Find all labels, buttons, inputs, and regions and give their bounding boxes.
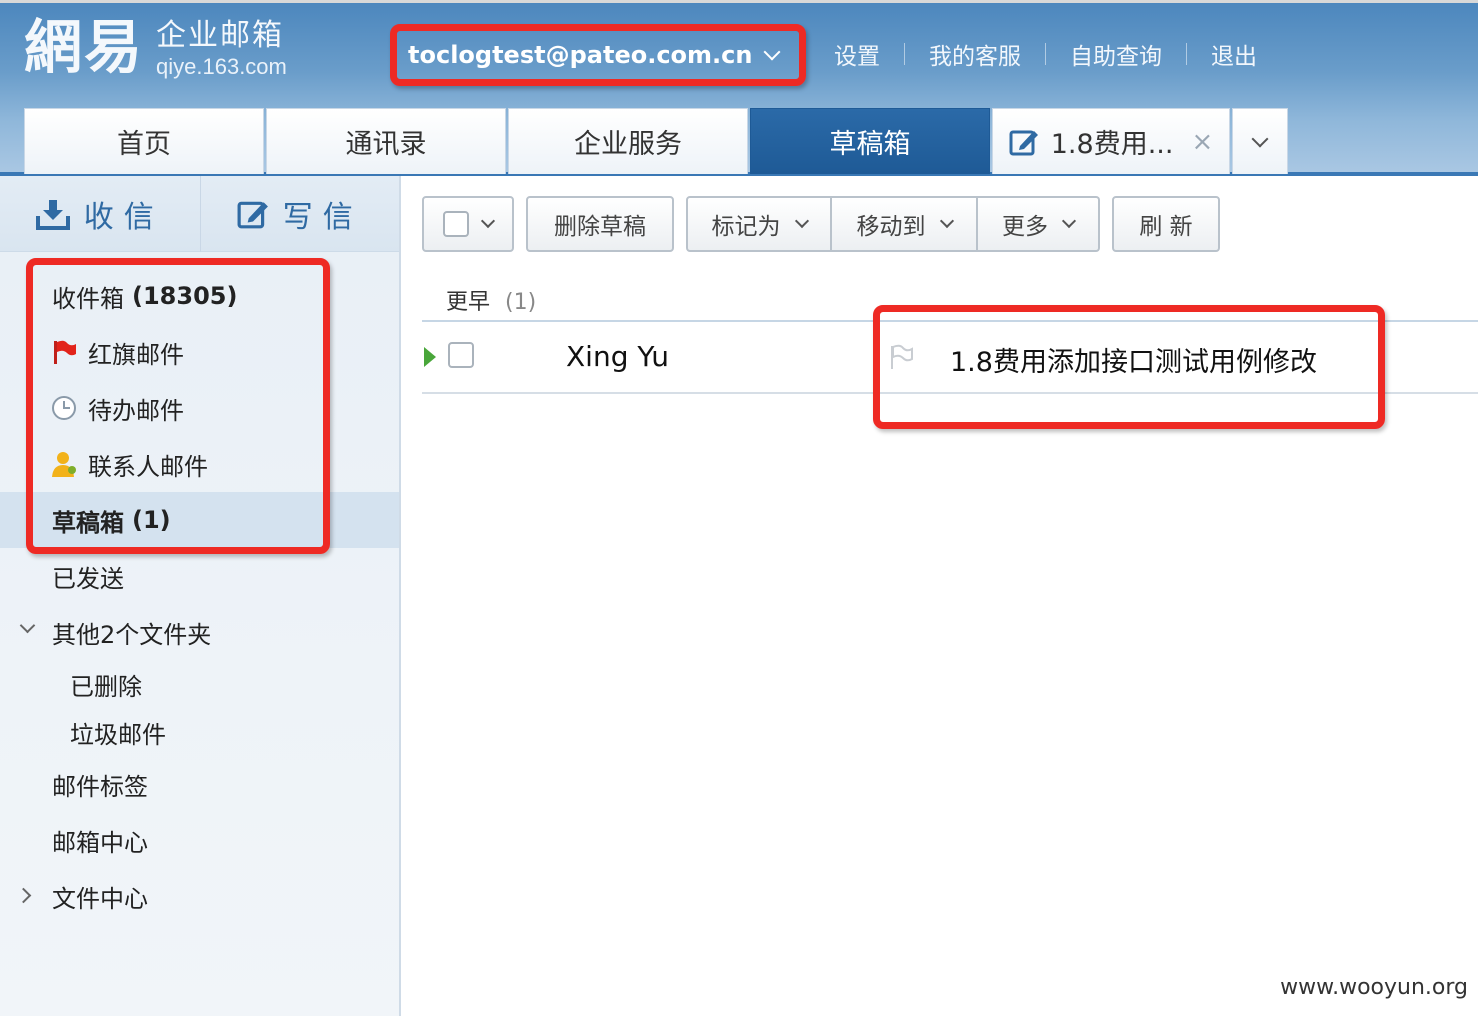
folder-label: 文件中心 [52,884,148,913]
tab-label: 通讯录 [345,129,427,160]
folder-label: 邮箱中心 [52,828,148,857]
more-button[interactable]: 更多 [978,196,1100,252]
sidebar: 收信 写信 收件箱 (18305) 红旗邮件 待办邮件 联系人邮件 草稿箱 (1… [0,176,401,1016]
logo[interactable]: 網易 企业邮箱 qiye.163.com [24,14,287,80]
action-button-group: 标记为 移动到 更多 [686,196,1100,252]
mail-row[interactable]: Xing Yu 1.8费用添加接口测试用例修改 [422,322,1478,394]
folder-drafts[interactable]: 草稿箱 (1) [0,492,399,548]
folder-contacts-mail[interactable]: 联系人邮件 [0,436,399,492]
folder-label: 联系人邮件 [88,452,208,481]
date-group-label: 更早 (1) [446,284,536,316]
compose-icon [1009,127,1039,157]
divider [1045,43,1046,65]
folder-file-center[interactable]: 文件中心 [0,868,399,924]
folder-label: 垃圾邮件 [70,720,166,749]
account-email: toclogtest@pateo.com.cn [408,41,753,69]
row-checkbox[interactable] [448,342,474,368]
folder-label: 其他2个文件夹 [52,620,212,649]
expand-arrow-icon[interactable] [424,347,436,367]
chevron-right-icon[interactable] [15,887,32,904]
tab-drafts[interactable]: 草稿箱 [750,108,990,174]
folder-mail-tags[interactable]: 邮件标签 [0,756,399,812]
folder-label: 收件箱 [52,284,124,313]
receive-mail-button[interactable]: 收信 [0,176,200,252]
quick-actions: 收信 写信 [0,176,399,252]
button-label: 更多 [1002,214,1048,240]
chevron-down-icon [939,213,954,229]
tab-compose-draft[interactable]: 1.8费用... × [992,108,1230,174]
button-label: 刷 新 [1139,214,1193,240]
write-label: 写信 [282,200,363,235]
folder-sent[interactable]: 已发送 [0,548,399,604]
mark-as-button[interactable]: 标记为 [686,196,832,252]
compose-icon [237,198,269,230]
chevron-down-icon [1061,213,1077,229]
watermark: www.wooyun.org [1280,975,1468,1000]
folder-label: 已发送 [52,564,124,593]
button-label: 标记为 [711,214,781,240]
folder-label: 待办邮件 [88,396,184,425]
contact-person-icon [50,450,78,478]
red-flag-icon [50,338,78,366]
self-help-link[interactable]: 自助查询 [1070,37,1162,71]
chevron-down-icon [763,43,781,61]
folder-inbox[interactable]: 收件箱 (18305) [0,268,399,324]
divider [904,43,905,65]
move-to-button[interactable]: 移动到 [832,196,978,252]
tab-overflow-button[interactable] [1232,108,1288,174]
mail-sender: Xing Yu [566,340,670,373]
folder-other-group[interactable]: 其他2个文件夹 [0,604,399,660]
chevron-down-icon [480,213,496,229]
folder-label: 已删除 [70,672,142,701]
write-mail-button[interactable]: 写信 [199,176,400,252]
logo-side: 企业邮箱 qiye.163.com [156,18,287,80]
logo-main-text: 網易 [24,13,145,81]
tab-bar: 首页 通讯录 企业服务 草稿箱 1.8费用... × [24,108,1290,174]
close-icon[interactable]: × [1191,127,1213,157]
tab-label: 1.8费用... [1050,129,1174,160]
folder-todo[interactable]: 待办邮件 [0,380,399,436]
receive-label: 收信 [83,200,164,235]
unread-count: (18305) [132,282,238,310]
button-label: 删除草稿 [554,214,646,240]
delete-draft-button[interactable]: 删除草稿 [526,196,674,252]
header-bar: 網易 企业邮箱 qiye.163.com toclogtest@pateo.co… [0,0,1478,176]
mail-toolbar: 删除草稿 标记为 移动到 更多 刷 新 [422,196,1220,252]
group-name: 更早 [446,290,491,315]
chevron-down-icon [1251,130,1269,147]
account-switcher[interactable]: toclogtest@pateo.com.cn [400,30,798,80]
tab-label: 草稿箱 [829,129,911,160]
mail-subject: 1.8费用添加接口测试用例修改 [950,347,1317,378]
group-count: (1) [505,290,537,315]
button-label: 移动到 [856,214,926,240]
inbox-download-icon [35,198,70,230]
logo-chinese: 企业邮箱 [156,18,285,53]
tab-label: 企业服务 [574,129,682,160]
logo-domain: qiye.163.com [156,54,287,79]
customer-service-link[interactable]: 我的客服 [929,37,1021,71]
tab-label: 首页 [117,129,171,160]
folder-label: 邮件标签 [52,772,148,801]
settings-link[interactable]: 设置 [834,37,880,71]
flag-outline-icon[interactable] [888,344,914,374]
tab-home[interactable]: 首页 [24,108,264,174]
folder-junk[interactable]: 垃圾邮件 [0,704,399,760]
top-strip [0,0,1478,3]
divider [1186,43,1187,65]
clock-icon [50,394,78,422]
chevron-down-icon [794,213,809,229]
logout-link[interactable]: 退出 [1211,37,1257,71]
draft-count: (1) [132,506,171,534]
folder-flagged[interactable]: 红旗邮件 [0,324,399,380]
folder-label: 红旗邮件 [88,340,184,369]
select-all-dropdown[interactable] [422,196,514,252]
folder-mailbox-center[interactable]: 邮箱中心 [0,812,399,868]
tab-enterprise-services[interactable]: 企业服务 [508,108,748,174]
top-links: 设置 我的客服 自助查询 退出 [834,34,1257,74]
tab-contacts[interactable]: 通讯录 [266,108,506,174]
refresh-button[interactable]: 刷 新 [1112,196,1220,252]
folder-label: 草稿箱 [52,508,124,537]
select-all-checkbox[interactable] [443,211,469,237]
chevron-down-icon[interactable] [19,617,36,634]
